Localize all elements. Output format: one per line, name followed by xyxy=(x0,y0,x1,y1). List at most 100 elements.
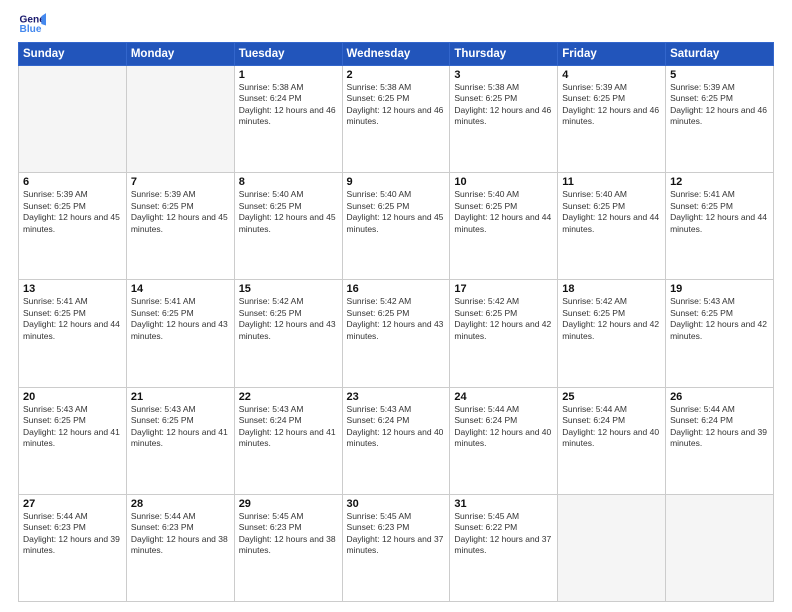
day-detail: Sunrise: 5:44 AM Sunset: 6:24 PM Dayligh… xyxy=(454,404,553,450)
day-detail: Sunrise: 5:42 AM Sunset: 6:25 PM Dayligh… xyxy=(347,296,446,342)
day-cell: 9Sunrise: 5:40 AM Sunset: 6:25 PM Daylig… xyxy=(342,173,450,280)
day-cell xyxy=(19,66,127,173)
day-number: 21 xyxy=(131,391,230,403)
week-row-3: 13Sunrise: 5:41 AM Sunset: 6:25 PM Dayli… xyxy=(19,280,774,387)
day-detail: Sunrise: 5:40 AM Sunset: 6:25 PM Dayligh… xyxy=(562,189,661,235)
day-number: 22 xyxy=(239,391,338,403)
day-number: 1 xyxy=(239,69,338,81)
day-cell: 18Sunrise: 5:42 AM Sunset: 6:25 PM Dayli… xyxy=(558,280,666,387)
day-detail: Sunrise: 5:45 AM Sunset: 6:22 PM Dayligh… xyxy=(454,511,553,557)
day-number: 17 xyxy=(454,283,553,295)
day-number: 16 xyxy=(347,283,446,295)
day-number: 29 xyxy=(239,498,338,510)
weekday-header-wednesday: Wednesday xyxy=(342,43,450,66)
day-cell xyxy=(126,66,234,173)
day-detail: Sunrise: 5:41 AM Sunset: 6:25 PM Dayligh… xyxy=(670,189,769,235)
day-number: 12 xyxy=(670,176,769,188)
day-detail: Sunrise: 5:42 AM Sunset: 6:25 PM Dayligh… xyxy=(562,296,661,342)
day-detail: Sunrise: 5:40 AM Sunset: 6:25 PM Dayligh… xyxy=(239,189,338,235)
day-number: 26 xyxy=(670,391,769,403)
day-number: 3 xyxy=(454,69,553,81)
page: General Blue SundayMondayTuesdayWednesda… xyxy=(0,0,792,612)
day-number: 8 xyxy=(239,176,338,188)
day-cell: 4Sunrise: 5:39 AM Sunset: 6:25 PM Daylig… xyxy=(558,66,666,173)
day-detail: Sunrise: 5:44 AM Sunset: 6:23 PM Dayligh… xyxy=(23,511,122,557)
day-detail: Sunrise: 5:45 AM Sunset: 6:23 PM Dayligh… xyxy=(347,511,446,557)
weekday-header-friday: Friday xyxy=(558,43,666,66)
day-cell: 22Sunrise: 5:43 AM Sunset: 6:24 PM Dayli… xyxy=(234,387,342,494)
day-number: 14 xyxy=(131,283,230,295)
day-cell: 27Sunrise: 5:44 AM Sunset: 6:23 PM Dayli… xyxy=(19,494,127,601)
day-detail: Sunrise: 5:42 AM Sunset: 6:25 PM Dayligh… xyxy=(239,296,338,342)
day-number: 7 xyxy=(131,176,230,188)
weekday-header-saturday: Saturday xyxy=(666,43,774,66)
day-cell xyxy=(666,494,774,601)
day-detail: Sunrise: 5:38 AM Sunset: 6:25 PM Dayligh… xyxy=(347,82,446,128)
day-detail: Sunrise: 5:38 AM Sunset: 6:24 PM Dayligh… xyxy=(239,82,338,128)
day-cell: 3Sunrise: 5:38 AM Sunset: 6:25 PM Daylig… xyxy=(450,66,558,173)
day-number: 30 xyxy=(347,498,446,510)
day-cell: 13Sunrise: 5:41 AM Sunset: 6:25 PM Dayli… xyxy=(19,280,127,387)
day-number: 10 xyxy=(454,176,553,188)
day-cell: 31Sunrise: 5:45 AM Sunset: 6:22 PM Dayli… xyxy=(450,494,558,601)
day-number: 13 xyxy=(23,283,122,295)
day-detail: Sunrise: 5:44 AM Sunset: 6:23 PM Dayligh… xyxy=(131,511,230,557)
day-number: 11 xyxy=(562,176,661,188)
day-number: 18 xyxy=(562,283,661,295)
day-number: 24 xyxy=(454,391,553,403)
day-detail: Sunrise: 5:40 AM Sunset: 6:25 PM Dayligh… xyxy=(454,189,553,235)
week-row-1: 1Sunrise: 5:38 AM Sunset: 6:24 PM Daylig… xyxy=(19,66,774,173)
day-cell: 17Sunrise: 5:42 AM Sunset: 6:25 PM Dayli… xyxy=(450,280,558,387)
week-row-2: 6Sunrise: 5:39 AM Sunset: 6:25 PM Daylig… xyxy=(19,173,774,280)
day-cell: 26Sunrise: 5:44 AM Sunset: 6:24 PM Dayli… xyxy=(666,387,774,494)
day-cell: 14Sunrise: 5:41 AM Sunset: 6:25 PM Dayli… xyxy=(126,280,234,387)
day-cell: 7Sunrise: 5:39 AM Sunset: 6:25 PM Daylig… xyxy=(126,173,234,280)
svg-text:Blue: Blue xyxy=(20,24,42,35)
day-cell: 5Sunrise: 5:39 AM Sunset: 6:25 PM Daylig… xyxy=(666,66,774,173)
calendar-table: SundayMondayTuesdayWednesdayThursdayFrid… xyxy=(18,42,774,602)
day-number: 2 xyxy=(347,69,446,81)
day-cell: 11Sunrise: 5:40 AM Sunset: 6:25 PM Dayli… xyxy=(558,173,666,280)
day-number: 6 xyxy=(23,176,122,188)
day-detail: Sunrise: 5:43 AM Sunset: 6:25 PM Dayligh… xyxy=(131,404,230,450)
day-detail: Sunrise: 5:43 AM Sunset: 6:24 PM Dayligh… xyxy=(239,404,338,450)
day-cell: 19Sunrise: 5:43 AM Sunset: 6:25 PM Dayli… xyxy=(666,280,774,387)
week-row-5: 27Sunrise: 5:44 AM Sunset: 6:23 PM Dayli… xyxy=(19,494,774,601)
day-detail: Sunrise: 5:42 AM Sunset: 6:25 PM Dayligh… xyxy=(454,296,553,342)
week-row-4: 20Sunrise: 5:43 AM Sunset: 6:25 PM Dayli… xyxy=(19,387,774,494)
weekday-header-row: SundayMondayTuesdayWednesdayThursdayFrid… xyxy=(19,43,774,66)
day-number: 15 xyxy=(239,283,338,295)
day-cell: 23Sunrise: 5:43 AM Sunset: 6:24 PM Dayli… xyxy=(342,387,450,494)
day-detail: Sunrise: 5:39 AM Sunset: 6:25 PM Dayligh… xyxy=(23,189,122,235)
day-detail: Sunrise: 5:39 AM Sunset: 6:25 PM Dayligh… xyxy=(670,82,769,128)
day-cell: 6Sunrise: 5:39 AM Sunset: 6:25 PM Daylig… xyxy=(19,173,127,280)
day-detail: Sunrise: 5:39 AM Sunset: 6:25 PM Dayligh… xyxy=(562,82,661,128)
weekday-header-monday: Monday xyxy=(126,43,234,66)
day-cell: 1Sunrise: 5:38 AM Sunset: 6:24 PM Daylig… xyxy=(234,66,342,173)
day-detail: Sunrise: 5:43 AM Sunset: 6:25 PM Dayligh… xyxy=(23,404,122,450)
day-number: 20 xyxy=(23,391,122,403)
day-number: 23 xyxy=(347,391,446,403)
day-detail: Sunrise: 5:41 AM Sunset: 6:25 PM Dayligh… xyxy=(23,296,122,342)
day-number: 9 xyxy=(347,176,446,188)
day-detail: Sunrise: 5:44 AM Sunset: 6:24 PM Dayligh… xyxy=(562,404,661,450)
day-detail: Sunrise: 5:39 AM Sunset: 6:25 PM Dayligh… xyxy=(131,189,230,235)
weekday-header-thursday: Thursday xyxy=(450,43,558,66)
day-cell: 21Sunrise: 5:43 AM Sunset: 6:25 PM Dayli… xyxy=(126,387,234,494)
logo-icon: General Blue xyxy=(18,10,46,38)
day-detail: Sunrise: 5:43 AM Sunset: 6:24 PM Dayligh… xyxy=(347,404,446,450)
day-number: 25 xyxy=(562,391,661,403)
header: General Blue xyxy=(18,10,774,38)
day-cell: 20Sunrise: 5:43 AM Sunset: 6:25 PM Dayli… xyxy=(19,387,127,494)
day-number: 28 xyxy=(131,498,230,510)
day-cell xyxy=(558,494,666,601)
day-cell: 28Sunrise: 5:44 AM Sunset: 6:23 PM Dayli… xyxy=(126,494,234,601)
day-cell: 2Sunrise: 5:38 AM Sunset: 6:25 PM Daylig… xyxy=(342,66,450,173)
day-cell: 29Sunrise: 5:45 AM Sunset: 6:23 PM Dayli… xyxy=(234,494,342,601)
day-detail: Sunrise: 5:40 AM Sunset: 6:25 PM Dayligh… xyxy=(347,189,446,235)
day-number: 27 xyxy=(23,498,122,510)
day-cell: 10Sunrise: 5:40 AM Sunset: 6:25 PM Dayli… xyxy=(450,173,558,280)
day-detail: Sunrise: 5:41 AM Sunset: 6:25 PM Dayligh… xyxy=(131,296,230,342)
day-cell: 24Sunrise: 5:44 AM Sunset: 6:24 PM Dayli… xyxy=(450,387,558,494)
day-number: 4 xyxy=(562,69,661,81)
